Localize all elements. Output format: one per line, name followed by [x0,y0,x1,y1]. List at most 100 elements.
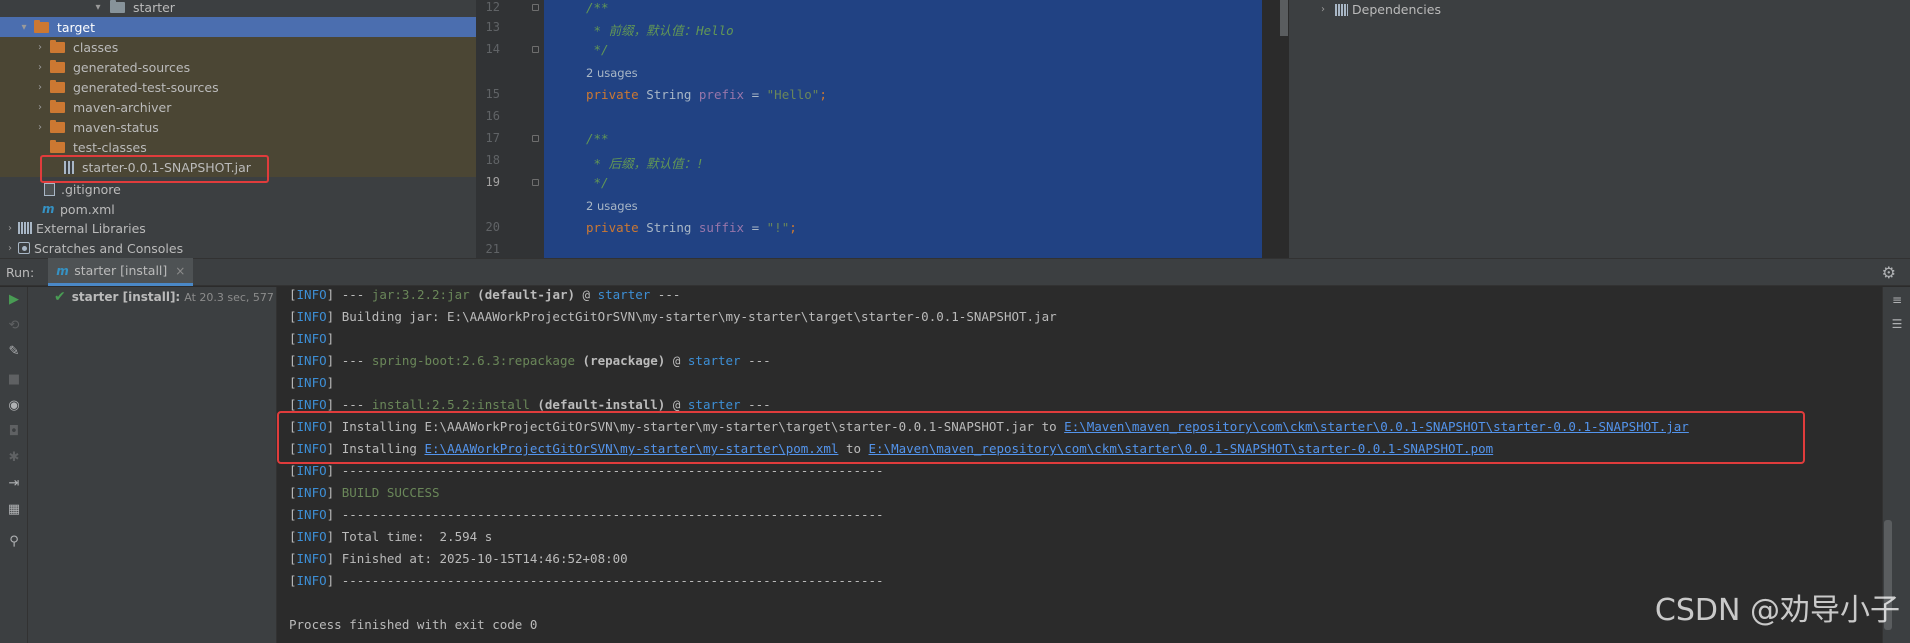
prefix-field-declaration: private String prefix = "Hello"; [586,87,827,102]
tree-item-starter-module[interactable]: ▾ starter [0,0,476,17]
console-text: Process finished with exit code 0 [289,617,538,632]
line-number: 14 [485,42,500,56]
maven-m-icon: m [42,202,55,216]
tab-starter-install[interactable]: m starter [install] × [48,258,194,286]
info-tag: INFO [296,353,327,368]
chevron-down-icon[interactable]: ▾ [92,2,104,13]
chevron-right-icon[interactable]: › [4,243,16,254]
tree-item-label: External Libraries [36,220,146,236]
console-line: [INFO] Building jar: E:\AAAWorkProjectGi… [289,309,1057,324]
maven-panel: › Dependencies [1288,0,1910,258]
tree-item-test-classes[interactable]: test-classes [0,137,476,157]
module-folder-icon [110,0,125,13]
chevron-right-icon[interactable]: › [1317,4,1329,15]
project-name: starter [687,353,741,368]
chevron-right-icon[interactable]: › [34,102,46,113]
semicolon: ; [819,87,827,102]
fold-marker-icon[interactable] [532,179,539,186]
line-number: 12 [485,0,500,14]
javadoc-prefix-text: * 前缀，默认值：Hello [586,23,734,38]
console-line: [INFO] --- install:2.5.2:install (defaul… [289,397,771,412]
build-success-text: BUILD SUCCESS [341,485,440,500]
tree-item-generated-sources[interactable]: › generated-sources [0,57,476,77]
console-text: --- [740,353,771,368]
tree-item-maven-status[interactable]: › maven-status [0,117,476,137]
chevron-right-icon[interactable]: › [34,42,46,53]
layout-icon[interactable]: ▦ [6,501,22,517]
plugin-name: install:2.5.2:install [371,397,530,412]
eye-icon[interactable]: ◉ [6,397,22,413]
tree-item-pom-xml[interactable]: m pom.xml [0,199,476,219]
exit-icon[interactable]: ⇥ [6,475,22,491]
dependencies-label: Dependencies [1352,2,1441,17]
console-line: [INFO] ---------------------------------… [289,507,884,522]
fold-marker-icon[interactable] [532,46,539,53]
editor-scrollbar[interactable] [1280,0,1288,36]
build-name: starter [install]: [71,290,181,304]
usages-hint[interactable]: 2 usages [586,199,638,213]
console-output[interactable]: [INFO] --- jar:3.2.2:jar (default-jar) @… [277,287,1882,643]
plugin-name: spring-boot:2.6.3:repackage [371,353,576,368]
field-name: prefix [698,87,745,102]
code-selection-area[interactable]: /** * 前缀，默认值：Hello */ 2 usages private S… [544,0,1262,258]
soft-wrap-icon[interactable]: ≡ [1889,293,1905,309]
chevron-down-icon[interactable]: ▾ [18,22,30,33]
build-tree-item[interactable]: ✔ starter [install]: At 20.3 sec, 577 ms [54,289,294,305]
folder-icon [50,139,65,153]
run-toolbar: ▶ ⟲ ✎ ■ ◉ ◘ ✱ ⇥ ▦ ⚲ [0,287,28,643]
fold-marker-icon[interactable] [532,135,539,142]
tree-item-label: .gitignore [61,181,121,197]
console-text: --- [341,353,372,368]
info-tag: INFO [296,529,327,544]
camera-icon[interactable]: ◘ [6,423,22,439]
stop-icon[interactable]: ■ [6,371,22,387]
chevron-right-icon[interactable]: › [4,223,16,234]
run-tool-window-header: Run: m starter [install] × ⚙ [0,258,1910,286]
toggle-view-icon[interactable]: ⟲ [6,317,22,333]
suffix-field-declaration: private String suffix = "!"; [586,220,797,235]
info-tag: INFO [296,375,327,390]
maven-dependencies-node[interactable]: › Dependencies [1317,2,1441,17]
console-text: ----------------------------------------… [341,507,884,522]
folder-icon [34,19,49,33]
line-number: 20 [485,220,500,234]
info-tag: INFO [296,397,327,412]
chevron-right-icon[interactable]: › [34,122,46,133]
wrench-icon[interactable]: ✎ [6,343,22,359]
close-icon[interactable]: × [175,264,185,278]
line-number-gutter: 12 13 14 15 16 17 18 19 20 21 [476,0,544,258]
tree-item-classes[interactable]: › classes [0,37,476,57]
folder-icon [50,39,65,53]
scroll-to-end-icon[interactable]: ☰ [1889,317,1905,333]
scratch-icon [18,242,30,254]
info-tag: INFO [296,573,327,588]
chevron-right-icon[interactable]: › [34,62,46,73]
console-text: --- [341,397,372,412]
plugin-name: jar:3.2.2:jar [371,287,470,302]
tree-item-generated-test-sources[interactable]: › generated-test-sources [0,77,476,97]
field-name: suffix [698,220,745,235]
console-line: [INFO] Finished at: 2025-10-15T14:46:52+… [289,551,628,566]
fold-marker-icon[interactable] [532,4,539,11]
maven-m-icon: m [56,263,69,278]
console-line: [INFO] ---------------------------------… [289,463,884,478]
gear-icon[interactable]: ⚙ [1882,263,1896,282]
code-editor[interactable]: 12 13 14 15 16 17 18 19 20 21 /** * 前缀，默… [476,0,1288,258]
folder-icon [50,119,65,133]
tree-item-external-libraries[interactable]: › External Libraries [0,218,476,238]
line-number: 18 [485,153,500,167]
tree-item-target[interactable]: ▾ target [0,17,476,37]
tree-item-maven-archiver[interactable]: › maven-archiver [0,97,476,117]
pin-icon[interactable]: ⚲ [6,533,22,549]
rerun-icon[interactable]: ▶ [6,291,22,307]
string-literal: "Hello" [766,87,820,102]
usages-hint[interactable]: 2 usages [586,66,638,80]
debug-icon[interactable]: ✱ [6,449,22,465]
chevron-right-icon[interactable]: › [34,82,46,93]
goal-name: (default-jar) [469,287,576,302]
project-name: starter [597,287,651,302]
tree-item-scratches[interactable]: › Scratches and Consoles [0,238,476,258]
info-tag: INFO [296,331,327,346]
line-number: 16 [485,109,500,123]
console-line: [INFO] --- spring-boot:2.6.3:repackage (… [289,353,771,368]
